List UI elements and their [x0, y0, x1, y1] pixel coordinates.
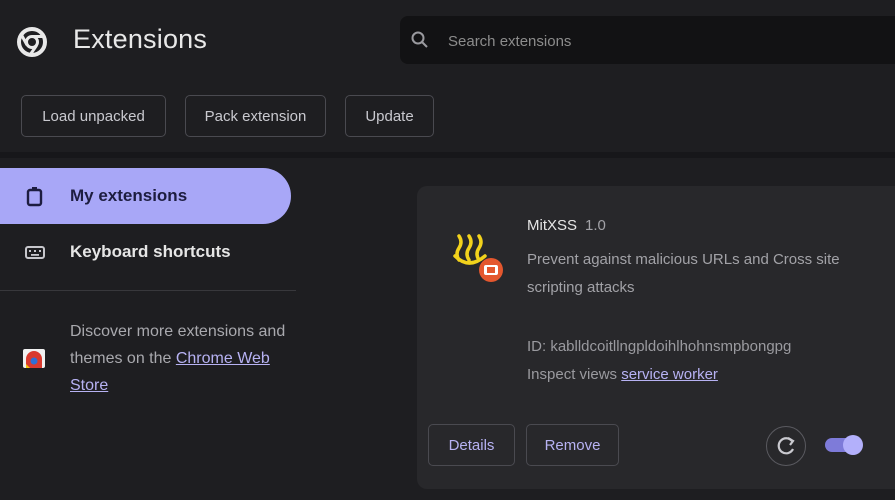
load-unpacked-button[interactable]: Load unpacked: [21, 95, 166, 137]
header: Extensions: [0, 0, 895, 84]
page-title: Extensions: [73, 24, 208, 54]
update-button[interactable]: Update: [345, 95, 434, 137]
chrome-logo-icon: [17, 27, 47, 57]
sidebar-item-my-extensions[interactable]: My extensions: [0, 168, 291, 224]
sidebar-item-label: My extensions: [70, 186, 188, 205]
reload-icon: [777, 437, 795, 455]
sidebar-divider: [0, 290, 296, 291]
discover-more-text: Discover more extensions and themes on t…: [70, 318, 290, 399]
inspect-views-label: Inspect views: [527, 366, 618, 383]
extension-card: MitXSS 1.0 Prevent against malicious URL…: [417, 186, 895, 489]
puzzle-icon: [26, 187, 43, 207]
sidebar-item-keyboard-shortcuts[interactable]: Keyboard shortcuts: [0, 224, 291, 280]
toolbar-divider: [0, 152, 895, 158]
search-input[interactable]: [446, 28, 870, 54]
sidebar-item-label: Keyboard shortcuts: [70, 242, 231, 261]
extension-version: 1.0: [585, 217, 606, 234]
toggle-knob: [843, 435, 863, 455]
extension-description: Prevent against malicious URLs and Cross…: [527, 251, 840, 296]
extension-name: MitXSS: [527, 217, 578, 234]
web-store-icon: [23, 349, 45, 368]
reload-button[interactable]: [766, 426, 806, 466]
service-worker-link[interactable]: service worker: [621, 366, 718, 383]
remove-button[interactable]: Remove: [526, 424, 619, 466]
extension-icon: [453, 234, 503, 282]
keyboard-icon: [25, 246, 45, 259]
details-button[interactable]: Details: [428, 424, 515, 466]
search-icon: [411, 31, 428, 48]
inspect-views: Inspect views service worker: [527, 366, 718, 383]
pack-extension-button[interactable]: Pack extension: [185, 95, 326, 137]
extension-id: ID: kablldcoitllngpldoihlhohnsmpbongpg: [527, 338, 792, 355]
extension-enable-toggle[interactable]: [825, 435, 863, 455]
search-box[interactable]: [400, 16, 895, 64]
